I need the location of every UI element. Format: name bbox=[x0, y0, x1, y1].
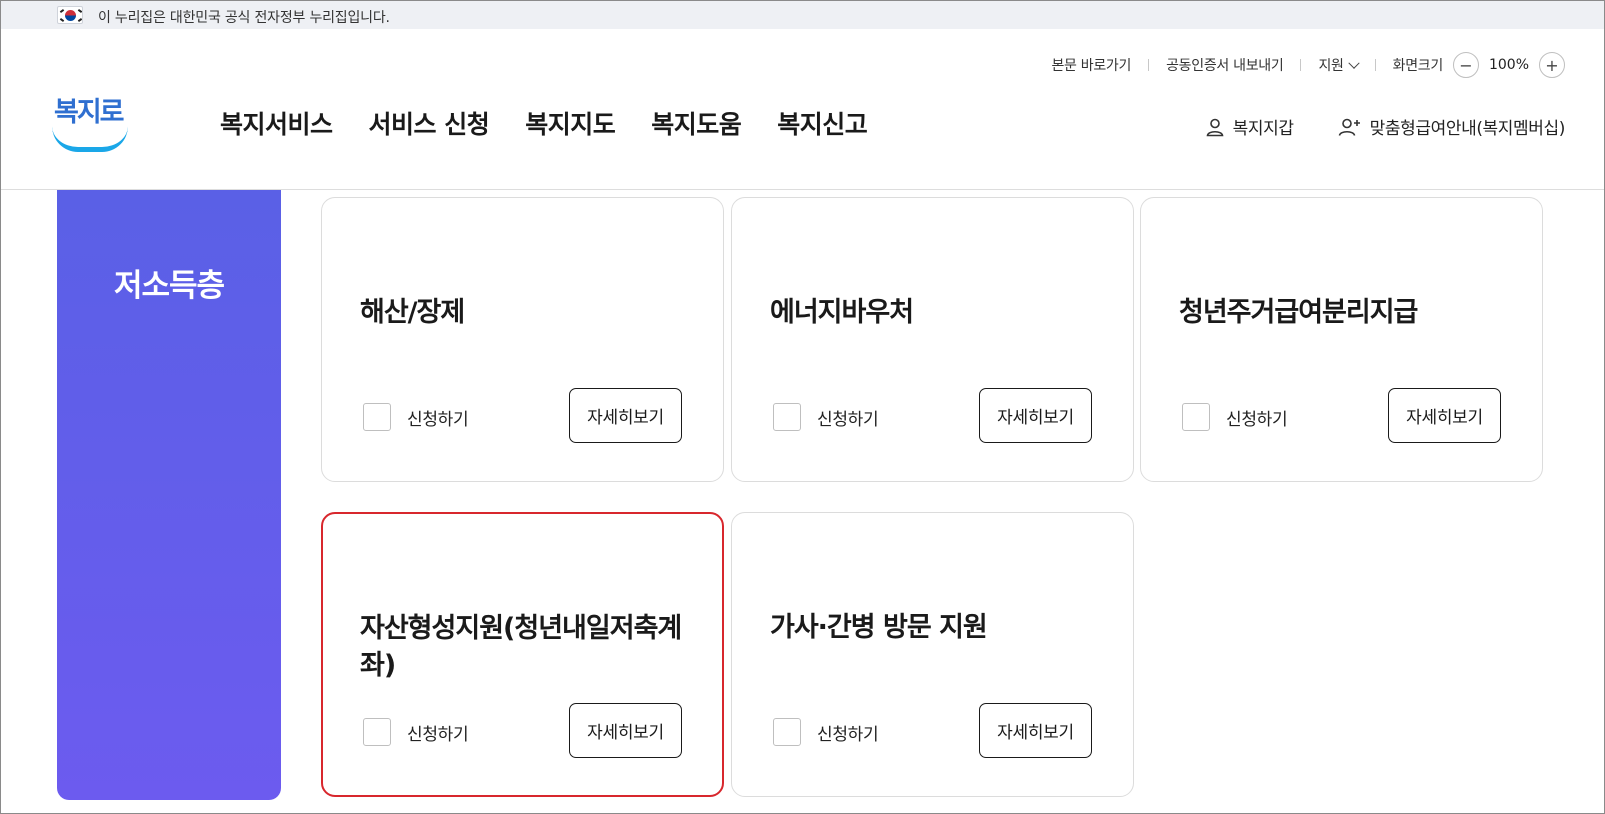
membership-label: 맞춤형급여안내(복지멤버십) bbox=[1369, 119, 1566, 139]
divider bbox=[1300, 59, 1302, 71]
screen-size-label: 화면크기 bbox=[1392, 58, 1444, 74]
detail-button[interactable]: 자세히보기 bbox=[569, 388, 682, 443]
service-card-title: 가사·간병 방문 지원 bbox=[770, 612, 988, 643]
user-icon bbox=[1206, 118, 1224, 136]
nav-item-welfare-report[interactable]: 복지신고 bbox=[777, 105, 868, 141]
apply-checkbox[interactable] bbox=[773, 403, 801, 431]
logo-text: 복지로 bbox=[54, 97, 125, 128]
service-card-title: 에너지바우처 bbox=[770, 297, 914, 328]
detail-button[interactable]: 자세히보기 bbox=[979, 388, 1092, 443]
apply-label[interactable]: 신청하기 bbox=[817, 405, 879, 430]
nav-item-service-apply[interactable]: 서비스 신청 bbox=[369, 105, 490, 141]
welfare-wallet-link[interactable]: 복지지갑 bbox=[1205, 114, 1294, 139]
skip-to-content-link[interactable]: 본문 바로가기 bbox=[1051, 55, 1131, 75]
category-title: 저소득층 bbox=[113, 268, 225, 304]
service-card-selected: 자산형성지원(청년내일저축계좌) 신청하기 자세히보기 bbox=[321, 512, 724, 797]
zoom-out-button[interactable]: − bbox=[1452, 52, 1479, 78]
service-card: 해산/장제 신청하기 자세히보기 bbox=[321, 197, 724, 482]
apply-label[interactable]: 신청하기 bbox=[1226, 405, 1288, 430]
zoom-in-button[interactable]: + bbox=[1539, 52, 1565, 78]
nav-item-welfare-map[interactable]: 복지지도 bbox=[525, 105, 616, 141]
nav-item-welfare-help[interactable]: 복지도움 bbox=[651, 105, 742, 141]
korea-flag-icon bbox=[57, 6, 83, 24]
apply-checkbox[interactable] bbox=[363, 718, 391, 746]
service-card: 가사·간병 방문 지원 신청하기 자세히보기 bbox=[731, 512, 1134, 797]
chevron-down-icon bbox=[1347, 57, 1360, 69]
gov-banner: 이 누리집은 대한민국 공식 전자정부 누리집입니다. bbox=[1, 1, 1604, 29]
service-card: 청년주거급여분리지급 신청하기 자세히보기 bbox=[1140, 197, 1543, 482]
apply-checkbox[interactable] bbox=[1182, 403, 1210, 431]
detail-button[interactable]: 자세히보기 bbox=[979, 703, 1092, 758]
service-card-title: 청년주거급여분리지급 bbox=[1179, 297, 1418, 328]
logo-smile-icon bbox=[52, 126, 128, 152]
apply-label[interactable]: 신청하기 bbox=[817, 720, 879, 745]
detail-button[interactable]: 자세히보기 bbox=[569, 703, 682, 758]
category-panel: 저소득층 bbox=[57, 190, 281, 800]
nav-item-welfare-service[interactable]: 복지서비스 bbox=[220, 105, 333, 141]
divider bbox=[1148, 59, 1150, 71]
user-add-icon bbox=[1338, 118, 1360, 136]
site-logo[interactable]: 복지로 bbox=[50, 88, 134, 156]
apply-label[interactable]: 신청하기 bbox=[407, 720, 469, 745]
header-right: 복지지갑 맞춤형급여안내(복지멤버십) bbox=[1205, 114, 1565, 139]
detail-button[interactable]: 자세히보기 bbox=[1388, 388, 1501, 443]
welfare-wallet-label: 복지지갑 bbox=[1232, 119, 1294, 139]
divider bbox=[1374, 59, 1376, 71]
main-nav: 복지서비스 서비스 신청 복지지도 복지도움 복지신고 bbox=[220, 105, 868, 141]
service-card-title: 자산형성지원(청년내일저축계좌) bbox=[360, 613, 682, 681]
membership-link[interactable]: 맞춤형급여안내(복지멤버십) bbox=[1338, 114, 1565, 139]
apply-checkbox[interactable] bbox=[363, 403, 391, 431]
gov-banner-text: 이 누리집은 대한민국 공식 전자정부 누리집입니다. bbox=[98, 10, 390, 26]
apply-label[interactable]: 신청하기 bbox=[407, 405, 469, 430]
support-label: 지원 bbox=[1318, 58, 1344, 74]
zoom-value: 100% bbox=[1488, 57, 1529, 73]
support-dropdown[interactable]: 지원 bbox=[1318, 55, 1360, 75]
apply-checkbox[interactable] bbox=[773, 718, 801, 746]
service-card: 에너지바우처 신청하기 자세히보기 bbox=[731, 197, 1134, 482]
service-card-title: 해산/장제 bbox=[360, 297, 465, 328]
utility-bar: 본문 바로가기 공동인증서 내보내기 지원 화면크기 − 100% + bbox=[1051, 52, 1565, 78]
cert-export-link[interactable]: 공동인증서 내보내기 bbox=[1166, 55, 1284, 75]
